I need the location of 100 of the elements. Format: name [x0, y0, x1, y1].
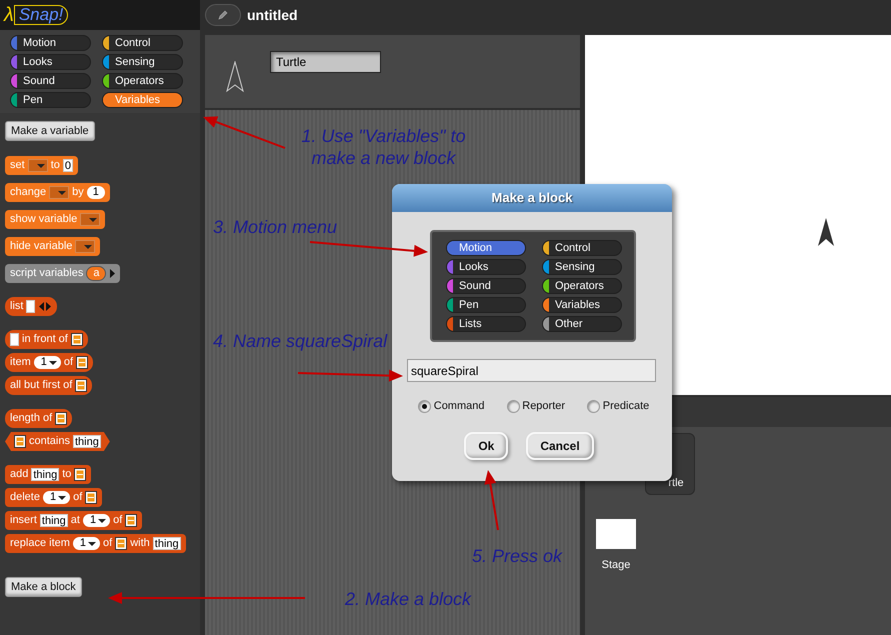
sprite-name-field[interactable]: Turtle: [270, 51, 381, 73]
number-slot[interactable]: 1: [42, 491, 70, 504]
annotation-text: 4. Name squareSpiral: [213, 330, 388, 352]
category-button[interactable]: Sensing: [542, 259, 622, 275]
category-button[interactable]: Pen: [446, 297, 526, 313]
annotation-arrow: [484, 470, 499, 530]
list-icon: [125, 514, 138, 527]
category-button[interactable]: Sound: [446, 278, 526, 294]
annotation-text: 1. Use "Variables" to make a new block: [300, 125, 467, 169]
input-slot[interactable]: thing: [72, 435, 101, 448]
list-icon: [70, 333, 83, 346]
reporter-block[interactable]: all but first of: [5, 376, 92, 395]
category-button[interactable]: Motion: [10, 35, 91, 51]
radio-button[interactable]: [587, 400, 600, 413]
command-block[interactable]: insert thing at 1 of: [5, 511, 142, 530]
number-slot[interactable]: 1: [34, 356, 61, 369]
dropdown-slot[interactable]: [75, 240, 96, 253]
list-icon: [14, 435, 26, 448]
stage-thumbnail[interactable]: [596, 519, 636, 549]
reporter-block[interactable]: length of: [5, 409, 72, 428]
block-label: to: [50, 159, 60, 172]
block-name-field[interactable]: squareSpiral: [407, 359, 656, 382]
block-label: list: [10, 300, 24, 313]
project-title: untitled: [247, 6, 298, 24]
make-block-button[interactable]: Make a block: [5, 577, 82, 597]
block-label: of: [113, 514, 122, 527]
block-label: add: [10, 468, 28, 481]
dropdown-slot[interactable]: [28, 159, 48, 172]
number-slot[interactable]: 1: [82, 514, 110, 527]
predicate-block[interactable]: contains thing: [5, 432, 110, 451]
block-label: insert: [10, 514, 37, 527]
command-block[interactable]: delete 1 of: [5, 488, 102, 507]
radio-label: Reporter: [522, 399, 566, 414]
category-button[interactable]: Control: [102, 35, 183, 51]
block-label: in front of: [22, 333, 68, 346]
category-button[interactable]: Control: [542, 240, 622, 256]
reporter-block[interactable]: item 1 of: [5, 353, 94, 372]
number-slot[interactable]: 1: [86, 186, 105, 199]
category-button[interactable]: Lists: [446, 316, 526, 332]
block-label: item: [10, 356, 31, 369]
reporter-block[interactable]: in front of: [5, 330, 88, 349]
command-block[interactable]: change by 1: [5, 183, 110, 202]
reporter-block[interactable]: list: [5, 297, 58, 316]
annotation-text: 5. Press ok: [472, 545, 562, 567]
annotation-text: 2. Make a block: [345, 588, 472, 610]
block-label: set: [10, 159, 25, 172]
category-button[interactable]: Motion: [446, 240, 526, 256]
make-variable-button[interactable]: Make a variable: [5, 121, 95, 141]
input-slot[interactable]: 0: [62, 159, 73, 172]
arrows-icon: [38, 302, 52, 311]
category-button[interactable]: Operators: [102, 73, 183, 89]
block-label: to: [62, 468, 72, 481]
dropdown-slot[interactable]: [49, 186, 70, 199]
radio-button[interactable]: [418, 400, 431, 413]
category-button[interactable]: Other: [542, 316, 622, 332]
category-button[interactable]: Operators: [542, 278, 622, 294]
category-button[interactable]: Sound: [10, 73, 91, 89]
category-button[interactable]: Pen: [10, 92, 91, 108]
turtle-icon: [225, 61, 245, 93]
block-label: all but first of: [10, 379, 72, 392]
input-slot[interactable]: thing: [152, 537, 181, 550]
block-label: replace item: [10, 537, 70, 550]
input-slot[interactable]: thing: [40, 514, 68, 527]
cancel-button[interactable]: Cancel: [526, 432, 594, 460]
block-label: of: [103, 537, 112, 550]
radio-button[interactable]: [506, 400, 520, 413]
block-label: change: [10, 186, 46, 199]
category-button[interactable]: Looks: [10, 54, 91, 70]
category-button[interactable]: Looks: [446, 259, 526, 275]
command-block[interactable]: replace item 1 of with thing: [5, 534, 186, 553]
radio-label: Predicate: [602, 399, 650, 414]
number-slot[interactable]: 1: [72, 537, 100, 550]
command-block[interactable]: set to 0: [5, 156, 78, 175]
list-icon: [74, 468, 86, 481]
command-block[interactable]: add thing to: [5, 465, 92, 484]
list-icon: [75, 379, 88, 392]
input-slot[interactable]: [10, 333, 19, 346]
stage-label: Stage: [602, 558, 630, 573]
dropdown-slot[interactable]: [80, 213, 100, 226]
file-button[interactable]: [205, 4, 241, 26]
block-label: contains: [29, 435, 70, 448]
block-label: at: [70, 514, 80, 527]
block-label: of: [73, 491, 82, 504]
expand-arrow-icon: [109, 269, 116, 278]
pencil-icon: [217, 9, 229, 21]
block-label: by: [72, 186, 84, 199]
block-label: with: [130, 537, 150, 550]
input-slot[interactable]: thing: [31, 468, 60, 481]
block-label: delete: [10, 491, 40, 504]
block-label: show variable: [10, 213, 78, 226]
input-slot[interactable]: [26, 300, 36, 313]
block-label: script variables: [10, 267, 84, 280]
annotation-text: 3. Motion menu: [213, 216, 338, 238]
list-icon: [76, 356, 88, 369]
category-button[interactable]: Variables: [542, 297, 622, 313]
turtle-icon: [818, 218, 834, 246]
category-button[interactable]: Sensing: [102, 54, 183, 70]
list-icon: [115, 537, 128, 550]
ok-button[interactable]: Ok: [464, 432, 508, 460]
block-label: hide variable: [10, 240, 72, 253]
